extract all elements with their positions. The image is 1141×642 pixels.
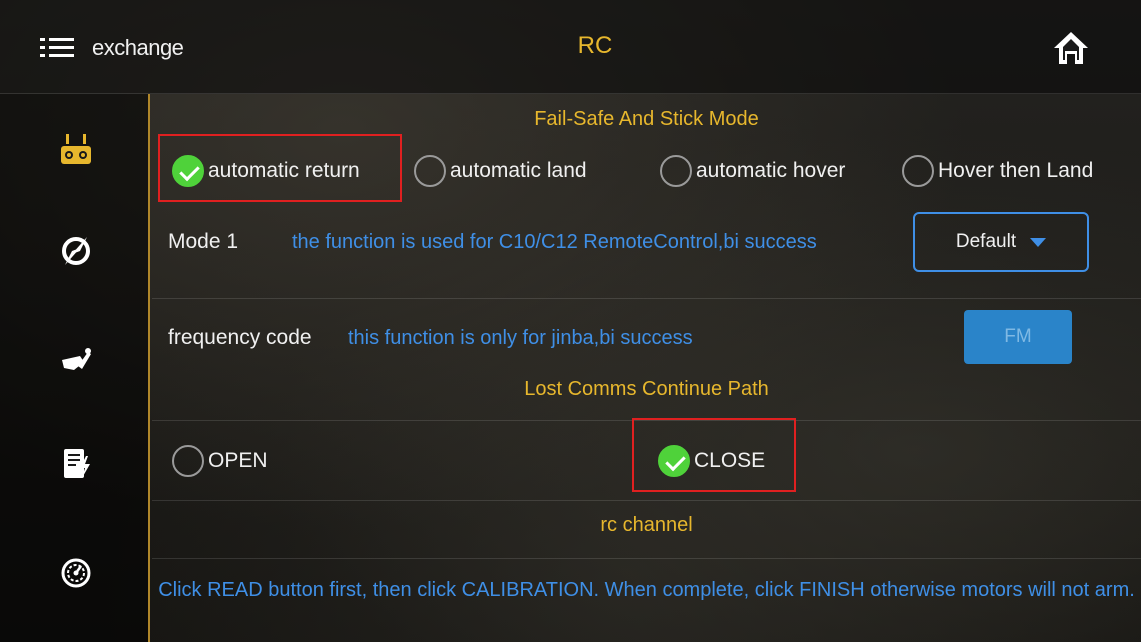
radio-checked-icon	[172, 155, 204, 187]
home-icon	[1054, 32, 1088, 64]
radio-automatic-return[interactable]: automatic return	[172, 149, 360, 193]
divider	[152, 558, 1141, 559]
radio-close[interactable]: CLOSE	[658, 439, 765, 483]
divider	[152, 500, 1141, 501]
gauge-icon	[61, 558, 91, 588]
battery-charge-icon	[64, 449, 90, 478]
rc-channel-section-title: rc channel	[600, 514, 693, 536]
lost-comms-section-title: Lost Comms Continue Path	[524, 378, 769, 400]
exchange-label: exchange	[92, 35, 184, 60]
radio-unchecked-icon	[414, 155, 446, 187]
rc-settings-panel: Fail-Safe And Stick Mode automatic retur…	[152, 94, 1141, 642]
radio-open[interactable]: OPEN	[172, 439, 268, 483]
compass-icon	[62, 237, 90, 265]
calibration-instructions: Click READ button first, then click CALI…	[158, 579, 1135, 601]
sidebar-item-gauge[interactable]	[60, 556, 92, 590]
radio-automatic-land[interactable]: automatic land	[414, 149, 587, 193]
dropdown-value: Default	[955, 231, 1017, 252]
stick-mode-dropdown[interactable]: Default	[913, 212, 1089, 272]
top-bar: exchange RC	[0, 0, 1141, 94]
stick-mode-label: Mode 1	[168, 230, 239, 253]
radio-label: automatic hover	[696, 159, 846, 182]
remote-controller-icon	[61, 134, 91, 164]
list-menu-icon	[40, 36, 74, 60]
radio-unchecked-icon	[902, 155, 934, 187]
frequency-code-label: frequency code	[168, 326, 312, 349]
stick-mode-description: the function is used for C10/C12 RemoteC…	[292, 231, 817, 253]
radio-label: OPEN	[208, 449, 268, 472]
failsafe-section-title: Fail-Safe And Stick Mode	[534, 108, 759, 130]
sidebar	[0, 94, 150, 642]
exchange-menu-button[interactable]: exchange	[40, 30, 200, 66]
radio-unchecked-icon	[172, 445, 204, 477]
radio-label: automatic land	[450, 159, 587, 182]
sidebar-item-compass[interactable]	[60, 234, 92, 268]
fm-button[interactable]: FM	[964, 310, 1072, 364]
radio-label: automatic return	[208, 159, 360, 182]
chevron-down-icon	[1030, 237, 1047, 247]
page-title: RC	[577, 32, 613, 59]
radio-label: CLOSE	[694, 449, 766, 472]
sidebar-item-aircraft[interactable]	[60, 344, 92, 378]
drone-wrench-icon	[62, 348, 91, 370]
home-button[interactable]	[1052, 30, 1090, 66]
frequency-code-description: this function is only for jinba,bi succe…	[348, 327, 693, 349]
sidebar-item-rc[interactable]	[60, 132, 92, 166]
radio-checked-icon	[658, 445, 690, 477]
radio-label: Hover then Land	[938, 159, 1094, 182]
radio-automatic-hover[interactable]: automatic hover	[660, 149, 845, 193]
radio-hover-then-land[interactable]: Hover then Land	[902, 149, 1093, 193]
divider	[152, 298, 1141, 299]
radio-unchecked-icon	[660, 155, 692, 187]
sidebar-item-battery[interactable]	[60, 446, 92, 480]
